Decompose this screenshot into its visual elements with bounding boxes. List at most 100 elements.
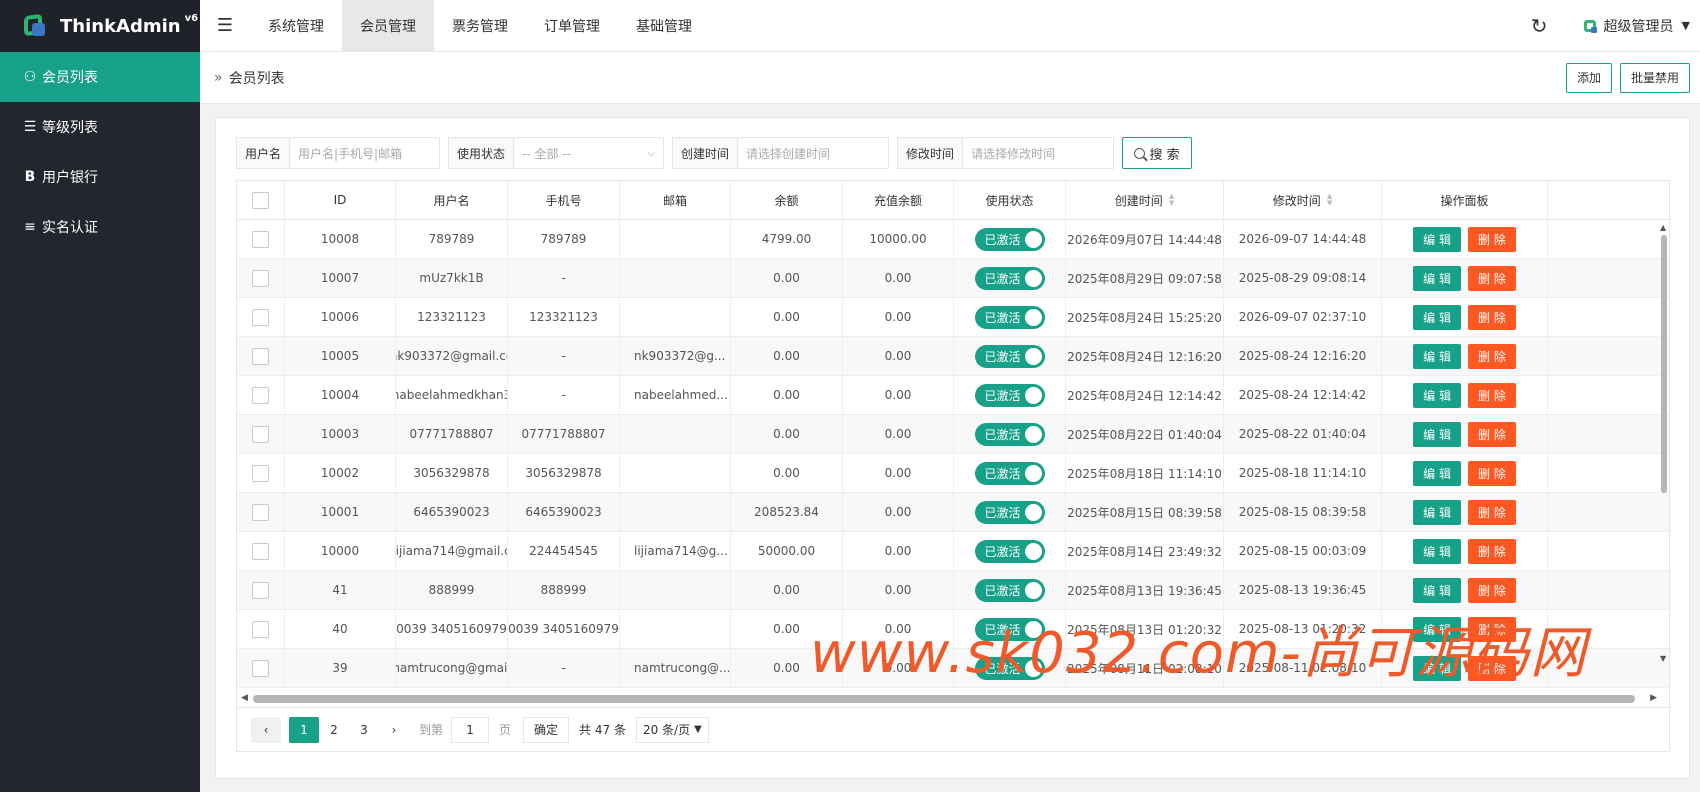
delete-button[interactable]: 删 除 bbox=[1468, 226, 1516, 252]
column-header[interactable]: 创建时间 ▲ ▼ bbox=[1066, 181, 1224, 219]
created-filter-input[interactable]: 请选择创建时间 bbox=[738, 137, 890, 169]
page-size-select[interactable]: 20 条/页 ▼ bbox=[635, 716, 709, 743]
vertical-scrollbar[interactable]: ▲ ▼ bbox=[1659, 221, 1669, 665]
batch-disable-button[interactable]: 批量禁用 bbox=[1619, 62, 1690, 93]
delete-button[interactable]: 删 除 bbox=[1468, 304, 1516, 330]
status-toggle[interactable]: 已激活 bbox=[974, 305, 1045, 329]
row-checkbox[interactable] bbox=[252, 503, 269, 521]
delete-button[interactable]: 删 除 bbox=[1468, 460, 1516, 486]
sort-icon[interactable]: ▲ ▼ bbox=[1169, 193, 1174, 207]
edit-button[interactable]: 编 辑 bbox=[1413, 382, 1461, 408]
delete-button[interactable]: 删 除 bbox=[1468, 616, 1516, 642]
status-toggle[interactable]: 已激活 bbox=[974, 656, 1045, 680]
prev-page-button[interactable]: ‹ bbox=[251, 716, 281, 743]
column-header-label: ID bbox=[333, 193, 347, 207]
tab-basic[interactable]: 基础管理 bbox=[618, 0, 710, 52]
add-button[interactable]: 添加 bbox=[1565, 62, 1612, 93]
pagination: ‹ 1 2 3 › 到第 1 页 确定 共 47 条 20 条/页 ▼ bbox=[236, 708, 1670, 752]
delete-button[interactable]: 删 除 bbox=[1468, 655, 1516, 681]
row-checkbox[interactable] bbox=[252, 386, 269, 404]
delete-button[interactable]: 删 除 bbox=[1468, 538, 1516, 564]
row-checkbox[interactable] bbox=[252, 464, 269, 482]
edit-button[interactable]: 编 辑 bbox=[1413, 343, 1461, 369]
status-toggle[interactable]: 已激活 bbox=[974, 422, 1045, 446]
scroll-thumb[interactable] bbox=[1661, 235, 1667, 493]
tab-system[interactable]: 系统管理 bbox=[250, 0, 342, 52]
status-filter-select[interactable]: -- 全部 -- ⌵ bbox=[514, 137, 665, 169]
delete-button[interactable]: 删 除 bbox=[1468, 343, 1516, 369]
page-button-2[interactable]: 2 bbox=[319, 716, 349, 743]
column-header[interactable]: 修改时间 ▲ ▼ bbox=[1224, 181, 1382, 219]
edit-button[interactable]: 编 辑 bbox=[1413, 226, 1461, 252]
scroll-right-icon[interactable]: ▶ bbox=[1650, 693, 1657, 703]
status-toggle[interactable]: 已激活 bbox=[974, 578, 1045, 602]
scroll-thumb[interactable] bbox=[253, 695, 1635, 703]
edit-button[interactable]: 编 辑 bbox=[1413, 499, 1461, 525]
user-menu[interactable]: 超级管理员 ▼ bbox=[1583, 16, 1690, 36]
cell-email: nabeelahmed... bbox=[620, 376, 731, 414]
logo[interactable]: ThinkAdmin v6 bbox=[0, 0, 200, 52]
row-checkbox[interactable] bbox=[252, 308, 269, 326]
page-button-3[interactable]: 3 bbox=[349, 716, 379, 743]
row-checkbox-cell bbox=[237, 649, 285, 687]
status-toggle[interactable]: 已激活 bbox=[974, 617, 1045, 641]
sidebar-item-member-list[interactable]: ⚇ 会员列表 bbox=[0, 52, 200, 102]
tab-ticket[interactable]: 票务管理 bbox=[434, 0, 526, 52]
select-all-checkbox[interactable] bbox=[252, 191, 269, 209]
search-icon bbox=[1134, 147, 1146, 159]
row-checkbox[interactable] bbox=[252, 620, 269, 638]
status-toggle[interactable]: 已激活 bbox=[974, 266, 1045, 290]
tab-member[interactable]: 会员管理 bbox=[342, 0, 434, 52]
edit-button[interactable]: 编 辑 bbox=[1413, 655, 1461, 681]
delete-button[interactable]: 删 除 bbox=[1468, 577, 1516, 603]
delete-button[interactable]: 删 除 bbox=[1468, 421, 1516, 447]
next-page-button[interactable]: › bbox=[379, 716, 409, 743]
menu-toggle-icon[interactable]: ☰ bbox=[200, 0, 250, 52]
status-toggle[interactable]: 已激活 bbox=[974, 461, 1045, 485]
status-toggle[interactable]: 已激活 bbox=[974, 539, 1045, 563]
cell-balance: 0.00 bbox=[731, 259, 843, 297]
edit-button[interactable]: 编 辑 bbox=[1413, 577, 1461, 603]
scroll-up-icon[interactable]: ▲ bbox=[1660, 223, 1666, 232]
refresh-icon[interactable]: ↻ bbox=[1531, 14, 1548, 38]
username-filter-input[interactable]: 用户名|手机号|邮箱 bbox=[290, 137, 441, 169]
edit-button[interactable]: 编 辑 bbox=[1413, 460, 1461, 486]
row-checkbox[interactable] bbox=[252, 347, 269, 365]
table-row: 10007 mUz7kk1B - 0.00 0.00 已激活 2025年08月29日 09:… bbox=[237, 259, 1669, 298]
column-header: ID bbox=[285, 181, 396, 219]
goto-confirm-button[interactable]: 确定 bbox=[523, 716, 570, 743]
sidebar-item-real-name[interactable]: ≡ 实名认证 bbox=[0, 202, 200, 252]
search-button[interactable]: 搜 索 bbox=[1122, 137, 1193, 169]
row-checkbox[interactable] bbox=[252, 659, 269, 677]
status-toggle[interactable]: 已激活 bbox=[974, 344, 1045, 368]
edit-button[interactable]: 编 辑 bbox=[1413, 616, 1461, 642]
edit-button[interactable]: 编 辑 bbox=[1413, 304, 1461, 330]
page-button-1[interactable]: 1 bbox=[289, 716, 319, 743]
row-checkbox[interactable] bbox=[252, 581, 269, 599]
delete-button[interactable]: 删 除 bbox=[1468, 382, 1516, 408]
delete-button[interactable]: 删 除 bbox=[1468, 265, 1516, 291]
tab-order[interactable]: 订单管理 bbox=[526, 0, 618, 52]
horizontal-scrollbar[interactable]: ◀ ▶ bbox=[237, 691, 1669, 707]
edit-button[interactable]: 编 辑 bbox=[1413, 421, 1461, 447]
modified-filter-input[interactable]: 请选择修改时间 bbox=[963, 137, 1115, 169]
row-checkbox[interactable] bbox=[252, 269, 269, 287]
sidebar-item-user-bank[interactable]: B 用户银行 bbox=[0, 152, 200, 202]
sidebar-item-level-list[interactable]: ☰ 等级列表 bbox=[0, 102, 200, 152]
scroll-down-icon[interactable]: ▼ bbox=[1660, 654, 1666, 663]
edit-button[interactable]: 编 辑 bbox=[1413, 538, 1461, 564]
status-toggle[interactable]: 已激活 bbox=[974, 227, 1045, 251]
cell-balance: 0.00 bbox=[731, 454, 843, 492]
goto-page-input[interactable]: 1 bbox=[451, 716, 490, 743]
status-toggle[interactable]: 已激活 bbox=[974, 500, 1045, 524]
row-checkbox[interactable] bbox=[252, 230, 269, 248]
edit-button[interactable]: 编 辑 bbox=[1413, 265, 1461, 291]
list-icon: ☰ bbox=[23, 119, 37, 135]
row-checkbox[interactable] bbox=[252, 425, 269, 443]
scroll-left-icon[interactable]: ◀ bbox=[241, 693, 248, 703]
column-header: 手机号 bbox=[508, 181, 620, 219]
row-checkbox[interactable] bbox=[252, 542, 269, 560]
sort-icon[interactable]: ▲ ▼ bbox=[1327, 193, 1332, 207]
status-toggle[interactable]: 已激活 bbox=[974, 383, 1045, 407]
delete-button[interactable]: 删 除 bbox=[1468, 499, 1516, 525]
